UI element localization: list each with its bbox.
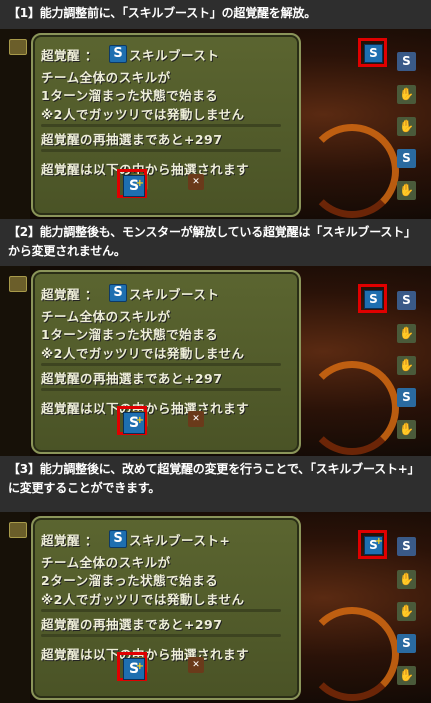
awakening-desc-2: 1ターン溜まった状態で始まる: [41, 327, 219, 342]
menu-icon[interactable]: [9, 276, 27, 292]
skill-boost-icon: S: [364, 44, 383, 63]
highlighted-current-awakening[interactable]: S: [358, 284, 387, 313]
plus-hand-icon[interactable]: ✋: [397, 602, 416, 621]
awakening-desc-1: チーム全体のスキルが: [41, 555, 171, 570]
hand-icon[interactable]: ✋: [397, 324, 416, 343]
skill-icon[interactable]: S: [397, 291, 416, 310]
plus-hand-icon[interactable]: ✋: [397, 117, 416, 136]
highlighted-current-awakening[interactable]: S: [358, 530, 387, 559]
step-3-header: 【3】能力調整後に、改めて超覚醒の変更を行うことで、「スキルブースト+」に変更す…: [0, 456, 431, 512]
super-awakening-dialog: 超覚醒 ： S スキルブースト チーム全体のスキルが 1ターン溜まった状態で始ま…: [31, 33, 301, 217]
highlighted-skill-boost-plus[interactable]: S +: [117, 406, 147, 435]
hand-icon[interactable]: ✋: [397, 85, 416, 104]
awakening-desc-2: 1ターン溜まった状態で始まる: [41, 88, 219, 103]
highlighted-current-awakening[interactable]: S: [358, 38, 387, 67]
step-1-header: 【1】能力調整前に、「スキルブースト」の超覚醒を解放。: [0, 0, 431, 29]
left-strip: [0, 29, 30, 219]
awakening-title-name: スキルブースト: [129, 48, 220, 63]
super-awakening-dialog: 超覚醒 ： S スキルブースト チーム全体のスキルが 1ターン溜まった状態で始ま…: [31, 270, 301, 454]
highlighted-skill-boost-plus[interactable]: S +: [117, 652, 147, 681]
left-strip: [0, 266, 30, 456]
skill-boost-icon: S: [364, 290, 383, 309]
orb-icon[interactable]: ✕: [188, 657, 204, 673]
skill-boost-plus-icon: S +: [123, 658, 145, 680]
orb-icon[interactable]: ✕: [188, 411, 204, 427]
divider: [41, 124, 281, 127]
skill-boost-icon[interactable]: S: [397, 388, 416, 407]
awakening-desc-3: ※2人でガッツリでは発動しません: [41, 107, 245, 122]
awakening-desc-2: 2ターン溜まった状態で始まる: [41, 573, 219, 588]
awakening-title-label: 超覚醒 ：: [41, 287, 98, 302]
divider: [41, 149, 281, 152]
divider: [41, 609, 281, 612]
reroll-count: 超覚醒の再抽選まであと+297: [41, 371, 223, 386]
skill-boost-icon: S: [109, 284, 127, 302]
divider: [41, 388, 281, 391]
step-3-panel: 超覚醒 ： S スキルブースト+ チーム全体のスキルが 2ターン溜まった状態で始…: [0, 512, 431, 703]
skill-boost-plus-icon: S: [364, 533, 383, 555]
divider: [41, 634, 281, 637]
step-1-panel: 超覚醒 ： S スキルブースト チーム全体のスキルが 1ターン溜まった状態で始ま…: [0, 29, 431, 219]
reroll-count: 超覚醒の再抽選まであと+297: [41, 132, 223, 147]
divider: [41, 363, 281, 366]
awakening-desc-3: ※2人でガッツリでは発動しません: [41, 592, 245, 607]
step-2-panel: 超覚醒 ： S スキルブースト チーム全体のスキルが 1ターン溜まった状態で始ま…: [0, 266, 431, 456]
menu-icon[interactable]: [9, 522, 27, 538]
heal-icon[interactable]: ✋: [397, 181, 416, 200]
skill-boost-icon[interactable]: S: [397, 149, 416, 168]
super-awakening-dialog: 超覚醒 ： S スキルブースト+ チーム全体のスキルが 2ターン溜まった状態で始…: [31, 516, 301, 700]
skill-icon[interactable]: S: [397, 537, 416, 556]
step-2-header: 【2】能力調整後も、モンスターが解放している超覚醒は「スキルブースト」から変更さ…: [0, 219, 431, 266]
awakening-desc-1: チーム全体のスキルが: [41, 309, 171, 324]
awakening-title-name: スキルブースト+: [129, 533, 231, 548]
skill-icon[interactable]: S: [397, 52, 416, 71]
skill-boost-plus-icon: S +: [123, 412, 145, 434]
menu-icon[interactable]: [9, 39, 27, 55]
hand-icon[interactable]: ✋: [397, 570, 416, 589]
awakening-title-name: スキルブースト: [129, 287, 220, 302]
skill-boost-plus-icon: S +: [123, 175, 145, 197]
awakening-desc-1: チーム全体のスキルが: [41, 70, 171, 85]
heal-icon[interactable]: ✋: [397, 666, 416, 685]
awakening-title-label: 超覚醒 ：: [41, 533, 98, 548]
left-strip: [0, 512, 30, 703]
heal-icon[interactable]: ✋: [397, 420, 416, 439]
skill-boost-plus-icon: S: [109, 530, 127, 548]
skill-boost-icon: S: [109, 45, 127, 63]
awakening-desc-3: ※2人でガッツリでは発動しません: [41, 346, 245, 361]
highlighted-skill-boost-plus[interactable]: S +: [117, 169, 147, 198]
awakening-title-label: 超覚醒 ：: [41, 48, 98, 63]
orb-icon[interactable]: ✕: [188, 174, 204, 190]
reroll-count: 超覚醒の再抽選まであと+297: [41, 617, 223, 632]
plus-hand-icon[interactable]: ✋: [397, 356, 416, 375]
skill-boost-icon[interactable]: S: [397, 634, 416, 653]
